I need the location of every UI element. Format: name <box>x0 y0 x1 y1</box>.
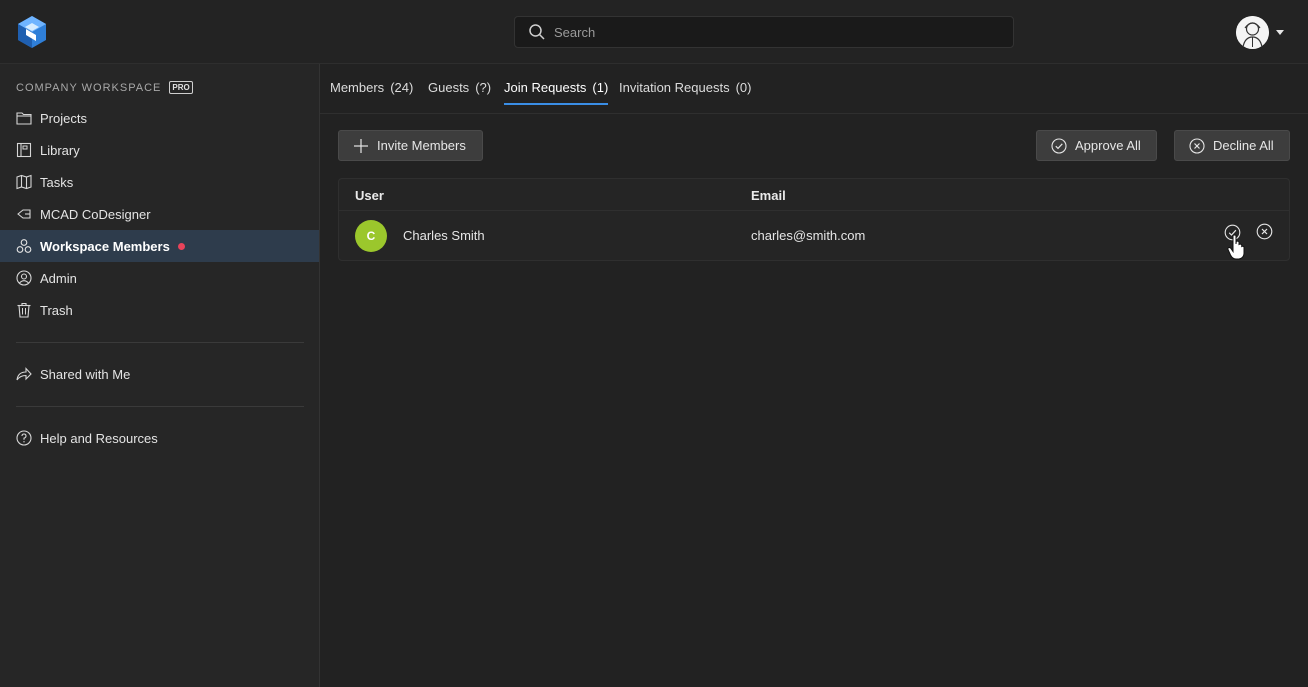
decline-request-icon[interactable] <box>1256 223 1273 240</box>
sidebar-item-admin[interactable]: Admin <box>0 262 319 294</box>
codesigner-icon <box>16 206 32 222</box>
main-content: Members (24) Guests (?) Join Requests (1) I… <box>320 64 1308 687</box>
tab-label: Members <box>330 80 385 95</box>
sidebar-item-library[interactable]: Library <box>0 134 319 166</box>
tab-count: (1) <box>592 80 609 95</box>
table-row[interactable]: C Charles Smith charles@smith.com <box>339 211 1289 261</box>
sidebar-item-label: Library <box>40 142 80 158</box>
sidebar-item-label: Workspace Members <box>40 238 170 254</box>
members-icon <box>16 238 32 254</box>
tab-label: Guests <box>428 80 470 95</box>
sidebar-item-label: Trash <box>40 302 73 318</box>
search-bar[interactable] <box>514 16 1014 48</box>
button-label: Decline All <box>1213 138 1274 153</box>
approve-all-button[interactable]: Approve All <box>1036 130 1157 161</box>
table-header: User Email <box>339 179 1289 211</box>
tab-invitation-requests[interactable]: Invitation Requests (0) <box>619 80 751 105</box>
tab-bar: Members (24) Guests (?) Join Requests (1) I… <box>320 64 1308 114</box>
sidebar-item-label: Tasks <box>40 174 74 190</box>
button-label: Invite Members <box>377 138 466 153</box>
sidebar-item-label: Admin <box>40 270 77 286</box>
sidebar-item-help[interactable]: Help and Resources <box>0 422 319 454</box>
sidebar: COMPANY WORKSPACE PRO Projects Library T… <box>0 64 320 687</box>
trash-icon <box>16 302 32 318</box>
search-icon <box>528 23 546 41</box>
tab-members[interactable]: Members (24) <box>330 80 413 105</box>
folder-icon <box>16 110 32 126</box>
search-input[interactable] <box>554 24 994 40</box>
user-email: charles@smith.com <box>751 228 866 243</box>
join-requests-table: User Email C Charles Smith charles@smith… <box>338 178 1290 261</box>
sidebar-item-workspace-members[interactable]: Workspace Members <box>0 230 319 262</box>
column-header-email[interactable]: Email <box>751 188 786 203</box>
column-header-user[interactable]: User <box>355 188 384 203</box>
sidebar-item-label: Projects <box>40 110 87 126</box>
chevron-down-icon[interactable] <box>1276 30 1284 35</box>
top-bar <box>0 0 1308 64</box>
approve-request-icon[interactable] <box>1224 224 1241 241</box>
tab-join-requests[interactable]: Join Requests (1) <box>504 80 609 105</box>
decline-all-button[interactable]: Decline All <box>1174 130 1290 161</box>
button-label: Approve All <box>1075 138 1141 153</box>
sidebar-item-mcad-codesigner[interactable]: MCAD CoDesigner <box>0 198 319 230</box>
sidebar-item-label: Shared with Me <box>40 366 131 382</box>
tab-count: (0) <box>735 80 752 95</box>
workspace-header: COMPANY WORKSPACE PRO <box>16 81 193 94</box>
admin-icon <box>16 270 32 286</box>
help-icon <box>16 430 32 446</box>
x-circle-icon <box>1189 137 1205 154</box>
sidebar-divider <box>16 342 304 343</box>
sidebar-item-shared-with-me[interactable]: Shared with Me <box>0 358 319 390</box>
sidebar-item-projects[interactable]: Projects <box>0 102 319 134</box>
plus-icon <box>353 138 369 154</box>
pro-badge: PRO <box>169 81 193 94</box>
sidebar-item-label: MCAD CoDesigner <box>40 206 151 222</box>
tasks-icon <box>16 174 32 190</box>
sidebar-item-tasks[interactable]: Tasks <box>0 166 319 198</box>
avatar: C <box>355 220 387 252</box>
tab-label: Invitation Requests <box>619 80 730 95</box>
share-icon <box>16 366 32 382</box>
user-menu[interactable] <box>1236 16 1284 49</box>
sidebar-divider <box>16 406 304 407</box>
workspace-label: COMPANY WORKSPACE <box>16 81 162 94</box>
tab-label: Join Requests <box>504 80 587 95</box>
sidebar-item-trash[interactable]: Trash <box>0 294 319 326</box>
avatar[interactable] <box>1236 16 1269 49</box>
user-name: Charles Smith <box>403 228 485 243</box>
tab-guests[interactable]: Guests (?) <box>428 80 491 105</box>
check-circle-icon <box>1051 137 1067 154</box>
invite-members-button[interactable]: Invite Members <box>338 130 483 161</box>
tab-count: (24) <box>390 80 414 95</box>
sidebar-item-label: Help and Resources <box>40 430 158 446</box>
notification-dot <box>177 242 185 250</box>
tab-count: (?) <box>475 80 492 95</box>
app-logo-icon[interactable] <box>16 15 48 49</box>
library-icon <box>16 142 32 158</box>
